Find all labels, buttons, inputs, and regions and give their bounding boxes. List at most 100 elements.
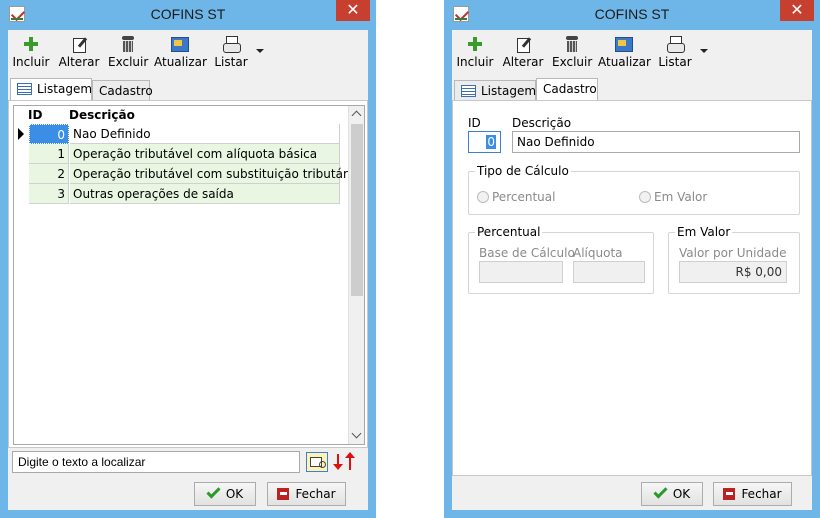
scroll-up-icon[interactable] (349, 106, 365, 122)
list-icon (17, 83, 32, 95)
table-row[interactable]: 3 Outras operações de saída (14, 184, 340, 204)
printer-icon (665, 35, 685, 53)
title-bar[interactable]: COFINS ST ✕ (444, 0, 820, 30)
em-valor-radio[interactable]: Em Valor (639, 190, 707, 204)
alterar-button[interactable]: Alterar (58, 32, 100, 72)
search-input[interactable] (12, 451, 300, 473)
window-client: Incluir Alterar Excluir Atualizar Listar (452, 30, 812, 510)
window-title: COFINS ST (594, 6, 670, 22)
tab-listagem[interactable]: Listagem (10, 78, 92, 100)
percentual-radio[interactable]: Percentual (477, 190, 555, 204)
alterar-button[interactable]: Alterar (502, 32, 544, 72)
fechar-button[interactable]: Fechar (267, 482, 346, 506)
incluir-button[interactable]: Incluir (456, 32, 494, 72)
em-valor-group: Em Valor Valor por Unidade R$ 0,00 (668, 225, 800, 294)
radio-icon (477, 191, 489, 203)
tab-strip: Listagem Cadastro (8, 78, 368, 100)
arrow-up-icon (345, 452, 355, 470)
edit-icon (69, 35, 89, 53)
tab-cadastro[interactable]: Cadastro (92, 80, 153, 100)
atualizar-label: Atualizar (598, 55, 651, 69)
tab-strip: Listagem Cadastro (452, 78, 812, 100)
table-row[interactable]: 0 Nao Definido (14, 124, 340, 144)
listar-button[interactable]: Listar (212, 32, 250, 72)
listar-button[interactable]: Listar (656, 32, 694, 72)
row-indicator (14, 184, 28, 204)
column-header-id[interactable]: ID (28, 108, 42, 122)
trash-icon (562, 35, 582, 53)
descricao-label: Descrição (512, 116, 572, 130)
scroll-down-icon[interactable] (349, 428, 365, 444)
check-icon (653, 484, 668, 499)
locate-icon[interactable] (306, 452, 328, 472)
cell-descricao[interactable]: Nao Definido (70, 124, 340, 144)
exit-icon (277, 488, 290, 500)
data-grid[interactable]: ID Descrição 0 Nao Definido 1 Operação t… (13, 105, 365, 445)
table-row[interactable]: 2 Operação tributável com substituição t… (14, 164, 359, 184)
percentual-radio-label: Percentual (492, 190, 556, 204)
id-value: 0 (486, 135, 496, 149)
cell-id[interactable]: 2 (29, 164, 69, 184)
vertical-scrollbar[interactable] (348, 106, 364, 444)
excluir-button[interactable]: Excluir (552, 32, 592, 72)
id-field[interactable]: 0 (468, 131, 501, 153)
fechar-label: Fechar (295, 487, 336, 501)
arrow-down-icon (333, 454, 343, 470)
excluir-button[interactable]: Excluir (108, 32, 148, 72)
row-indicator (14, 164, 28, 184)
column-header-descricao[interactable]: Descrição (69, 108, 135, 122)
cell-id[interactable]: 1 (29, 144, 69, 164)
ok-label: OK (225, 487, 244, 501)
cell-descricao[interactable]: Operação tributável com alíquota básica (70, 144, 340, 164)
percentual-title: Percentual (475, 225, 543, 239)
exit-icon (723, 488, 736, 500)
sort-order-button[interactable] (333, 452, 361, 473)
valor-unidade-value: R$ 0,00 (735, 265, 782, 279)
descricao-value: Nao Definido (517, 135, 595, 149)
row-indicator (14, 124, 28, 144)
table-row[interactable]: 1 Operação tributável com alíquota básic… (14, 144, 340, 164)
alterar-label: Alterar (502, 55, 544, 69)
printer-icon (221, 35, 241, 53)
incluir-label: Incluir (12, 55, 50, 69)
close-button[interactable]: ✕ (780, 0, 814, 21)
incluir-label: Incluir (456, 55, 494, 69)
cell-id[interactable]: 3 (29, 184, 69, 204)
list-icon (461, 85, 476, 97)
base-calculo-label: Base de Cálculo (479, 246, 575, 260)
aliquota-label: Alíquota (573, 246, 623, 260)
ok-button[interactable]: OK (641, 482, 703, 506)
refresh-icon (169, 35, 189, 53)
atualizar-button[interactable]: Atualizar (598, 32, 651, 72)
tab-listagem-label: Listagem (37, 82, 93, 96)
alterar-label: Alterar (58, 55, 100, 69)
toolbar: Incluir Alterar Excluir Atualizar Listar (8, 30, 368, 74)
descricao-field[interactable]: Nao Definido (512, 131, 800, 153)
radio-icon (639, 191, 651, 203)
atualizar-button[interactable]: Atualizar (154, 32, 207, 72)
tab-cadastro[interactable]: Cadastro (536, 78, 598, 100)
excluir-label: Excluir (108, 55, 149, 69)
listar-dropdown-icon[interactable] (699, 46, 709, 56)
edit-icon (513, 35, 533, 53)
scroll-thumb[interactable] (351, 124, 363, 296)
tab-listagem[interactable]: Listagem (454, 80, 536, 100)
cadastro-panel: ID 0 Descrição Nao Definido Tipo de Cálc… (452, 100, 812, 476)
form-window: COFINS ST ✕ Incluir Alterar Excluir Atua… (444, 0, 820, 518)
fechar-button[interactable]: Fechar (713, 482, 792, 506)
tab-listagem-label: Listagem (481, 84, 537, 98)
add-icon (465, 35, 485, 53)
cell-descricao[interactable]: Outras operações de saída (70, 184, 340, 204)
listar-dropdown-icon[interactable] (255, 46, 265, 56)
check-icon (206, 484, 221, 499)
valor-unidade-label: Valor por Unidade (679, 246, 787, 260)
cell-id[interactable]: 0 (29, 124, 69, 144)
close-button[interactable]: ✕ (336, 0, 370, 21)
listar-label: Listar (658, 55, 692, 69)
incluir-button[interactable]: Incluir (12, 32, 50, 72)
excluir-label: Excluir (552, 55, 593, 69)
title-bar[interactable]: COFINS ST ✕ (0, 0, 376, 30)
cell-descricao[interactable]: Operação tributável com substituição tri… (70, 164, 359, 184)
ok-button[interactable]: OK (194, 482, 256, 506)
listagem-panel: ID Descrição 0 Nao Definido 1 Operação t… (8, 100, 368, 448)
